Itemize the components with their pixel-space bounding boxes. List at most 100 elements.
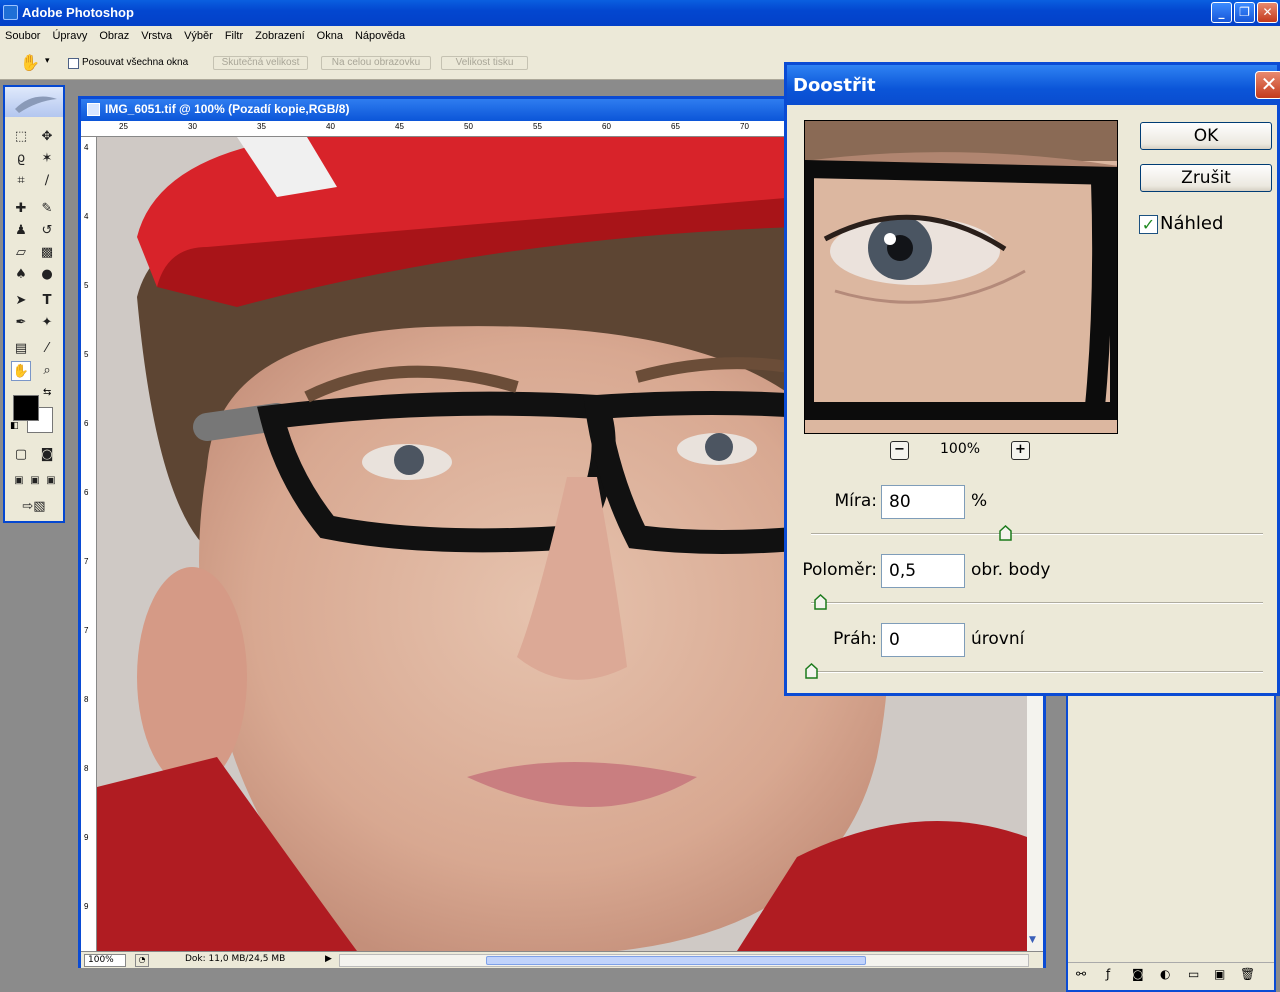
- notes-icon[interactable]: ▤: [11, 339, 31, 359]
- pen-icon[interactable]: ✒: [11, 313, 31, 333]
- amount-slider-track[interactable]: [811, 533, 1263, 535]
- path-select-icon[interactable]: ➤: [11, 291, 31, 311]
- magic-wand-icon[interactable]: ✶: [37, 149, 57, 169]
- threshold-slider-track[interactable]: [811, 671, 1263, 673]
- new-group-icon[interactable]: ▭: [1188, 967, 1199, 981]
- fit-screen-button[interactable]: Na celou obrazovku: [321, 56, 431, 70]
- brush-icon[interactable]: ✎: [37, 199, 57, 219]
- type-icon[interactable]: T: [37, 291, 57, 311]
- zoom-out-button[interactable]: −: [890, 441, 909, 460]
- menu-upravy[interactable]: Úpravy: [52, 30, 87, 42]
- slice-icon[interactable]: ∕: [37, 171, 57, 191]
- close-icon[interactable]: ✕: [1255, 71, 1280, 99]
- layer-mask-icon[interactable]: ◙: [1132, 967, 1144, 981]
- threshold-input[interactable]: 0: [881, 623, 965, 657]
- hand-tool-icon[interactable]: ✋: [11, 361, 31, 381]
- screen-mode-full-icon[interactable]: ▣: [41, 471, 61, 491]
- photoshop-icon: [3, 5, 18, 20]
- lasso-icon[interactable]: ϱ: [11, 149, 31, 169]
- chevron-down-icon[interactable]: ▾: [45, 56, 50, 66]
- zoom-field[interactable]: 100%: [84, 954, 126, 967]
- stamp-icon[interactable]: ♟: [11, 221, 31, 241]
- eyedropper-icon[interactable]: ⁄: [37, 339, 57, 359]
- ruler-tick: 7: [84, 557, 89, 566]
- close-icon[interactable]: ✕: [1257, 2, 1278, 23]
- amount-label: Míra:: [834, 491, 877, 511]
- ruler-tick: 50: [464, 122, 473, 131]
- move-icon[interactable]: ✥: [37, 127, 57, 147]
- toolbox-header: [5, 87, 63, 117]
- quickmask-mode-icon[interactable]: ◙: [37, 445, 57, 465]
- menu-soubor[interactable]: Soubor: [5, 30, 40, 42]
- preview-checkbox[interactable]: ✓: [1139, 215, 1158, 234]
- radius-unit: obr. body: [971, 560, 1051, 580]
- menu-napoveda[interactable]: Nápověda: [355, 30, 405, 42]
- print-size-button[interactable]: Velikost tisku: [441, 56, 528, 70]
- ruler-tick: 4: [84, 212, 89, 221]
- dodge-icon[interactable]: ●: [37, 265, 57, 285]
- info-menu-icon[interactable]: ◔: [135, 954, 149, 967]
- amount-input[interactable]: 80: [881, 485, 965, 519]
- menu-vyber[interactable]: Výběr: [184, 30, 213, 42]
- radius-slider-thumb[interactable]: [814, 593, 827, 610]
- zoom-icon[interactable]: ⌕: [37, 361, 57, 381]
- ruler-tick: 8: [84, 695, 89, 704]
- status-menu-arrow-icon[interactable]: ▶: [325, 954, 332, 964]
- eraser-icon[interactable]: ▱: [11, 243, 31, 263]
- threshold-slider-thumb[interactable]: [805, 662, 818, 679]
- ruler-vertical: 4 4 5 5 6 6 7 7 8 8 9 9: [81, 137, 97, 951]
- filter-preview[interactable]: [804, 120, 1118, 434]
- horizontal-scrollbar[interactable]: [339, 954, 1029, 967]
- new-layer-icon[interactable]: ▣: [1214, 967, 1225, 981]
- radius-input[interactable]: 0,5: [881, 554, 965, 588]
- ok-button[interactable]: OK: [1140, 122, 1272, 150]
- threshold-unit: úrovní: [971, 629, 1025, 649]
- swap-colors-icon[interactable]: ⇆: [43, 387, 51, 398]
- zoom-in-button[interactable]: +: [1011, 441, 1030, 460]
- menu-zobrazeni[interactable]: Zobrazení: [255, 30, 305, 42]
- menu-vrstva[interactable]: Vrstva: [141, 30, 172, 42]
- history-brush-icon[interactable]: ↺: [37, 221, 57, 241]
- link-icon[interactable]: ⚯: [1076, 967, 1086, 981]
- marquee-icon[interactable]: ⬚: [11, 127, 31, 147]
- adjustment-layer-icon[interactable]: ◐: [1160, 967, 1170, 981]
- ruler-tick: 6: [84, 488, 89, 497]
- layer-style-icon[interactable]: ƒ: [1106, 967, 1110, 981]
- app-title: Adobe Photoshop: [22, 5, 134, 20]
- toolbox: ⬚ ✥ ϱ ✶ ⌗ ∕ ✚ ✎ ♟ ↺ ▱ ▩ ♠ ● ➤ T ✒ ✦ ▤ ⁄ …: [3, 85, 65, 523]
- layers-panel-footer: ⚯ ƒ ◙ ◐ ▭ ▣ 🗑: [1068, 962, 1274, 988]
- shape-icon[interactable]: ✦: [37, 313, 57, 333]
- scroll-down-icon[interactable]: ▼: [1029, 935, 1036, 945]
- cancel-button[interactable]: Zrušit: [1140, 164, 1272, 192]
- menu-obraz[interactable]: Obraz: [99, 30, 129, 42]
- blur-icon[interactable]: ♠: [11, 265, 31, 285]
- dialog-title: Doostřit: [793, 75, 876, 96]
- scroll-thumb[interactable]: [486, 956, 866, 965]
- menu-filtr[interactable]: Filtr: [225, 30, 243, 42]
- jump-to-imageready-icon[interactable]: ⇨▧: [11, 497, 57, 517]
- hand-icon[interactable]: ✋: [20, 53, 40, 72]
- gradient-icon[interactable]: ▩: [37, 243, 57, 263]
- foreground-color-swatch[interactable]: [13, 395, 39, 421]
- ruler-tick: 70: [740, 122, 749, 131]
- ruler-tick: 5: [84, 350, 89, 359]
- ruler-tick: 30: [188, 122, 197, 131]
- actual-size-button[interactable]: Skutečná velikost: [213, 56, 308, 70]
- amount-unit: %: [971, 491, 988, 511]
- default-colors-icon[interactable]: ◧: [10, 421, 19, 431]
- radius-slider-track[interactable]: [811, 602, 1263, 604]
- ruler-tick: 65: [671, 122, 680, 131]
- minimize-icon[interactable]: _: [1211, 2, 1232, 23]
- ruler-tick: 7: [84, 626, 89, 635]
- crop-icon[interactable]: ⌗: [11, 171, 31, 191]
- trash-icon[interactable]: 🗑: [1240, 967, 1255, 981]
- standard-mode-icon[interactable]: ▢: [11, 445, 31, 465]
- maximize-icon[interactable]: ❐: [1234, 2, 1255, 23]
- ruler-tick: 9: [84, 833, 89, 842]
- amount-slider-thumb[interactable]: [999, 524, 1013, 541]
- scroll-all-checkbox[interactable]: [68, 58, 79, 69]
- healing-brush-icon[interactable]: ✚: [11, 199, 31, 219]
- ruler-tick: 55: [533, 122, 542, 131]
- document-title: IMG_6051.tif @ 100% (Pozadí kopie,RGB/8): [105, 102, 350, 116]
- menu-okna[interactable]: Okna: [317, 30, 343, 42]
